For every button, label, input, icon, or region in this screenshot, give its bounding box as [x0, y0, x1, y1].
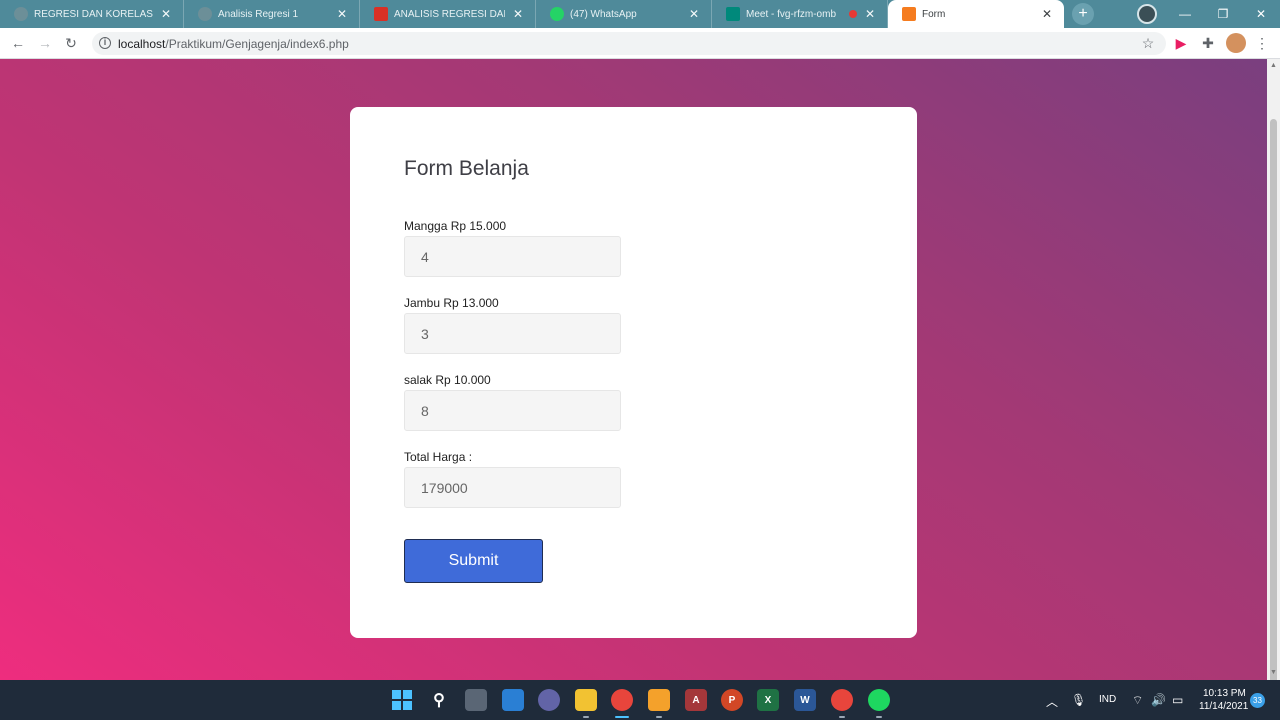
jambu-quantity-input[interactable] [404, 313, 621, 354]
running-indicator [876, 716, 882, 718]
whatsapp-icon [550, 7, 564, 21]
active-indicator [615, 716, 629, 718]
running-indicator [656, 716, 662, 718]
tab-search-icon[interactable] [1137, 4, 1157, 24]
info-icon[interactable]: i [99, 37, 111, 49]
chrome-icon[interactable] [611, 689, 633, 718]
jambu-label: Jambu Rp 13.000 [404, 296, 499, 310]
url-text: localhost/Praktikum/Genjagenja/index6.ph… [118, 37, 349, 51]
task-view-icon[interactable] [465, 689, 487, 711]
meet-icon [726, 7, 740, 21]
tab-strip: REGRESI DAN KORELASI ✕ Analisis Regresi … [0, 0, 1280, 28]
bookmark-star-icon[interactable]: ☆ [1139, 34, 1157, 52]
tab-analisis-regresi-dan-korelasi[interactable]: ANALISIS REGRESI DAN KORELASI ✕ [360, 0, 536, 28]
windows-start-icon[interactable] [391, 689, 413, 711]
tab-title: (47) WhatsApp [570, 8, 637, 20]
reload-icon[interactable]: ↻ [62, 34, 80, 52]
taskbar: ⚲ A P X W ︿ 🎙 IND ⌔ 🔊 ▭ 10:13 PM 11/14/2… [0, 680, 1280, 720]
minimize-icon[interactable]: — [1166, 0, 1204, 28]
tab-analisis-regresi[interactable]: Analisis Regresi 1 ✕ [184, 0, 360, 28]
page-scrollbar[interactable]: ▲ ▼ [1267, 59, 1280, 689]
tab-title: Meet - fvg-rfzm-omb [746, 8, 837, 20]
globe-icon [198, 7, 212, 21]
total-harga-label: Total Harga : [404, 450, 473, 464]
chrome-profile-icon[interactable] [831, 689, 853, 718]
scroll-down-icon[interactable]: ▼ [1270, 669, 1277, 676]
menu-kebab-icon[interactable]: ⋮ [1253, 34, 1271, 52]
running-indicator [583, 716, 589, 718]
maximize-icon[interactable]: ❐ [1204, 0, 1242, 28]
recording-icon [849, 10, 857, 18]
search-icon[interactable]: ⚲ [428, 689, 450, 711]
address-bar[interactable]: i localhost/Praktikum/Genjagenja/index6.… [92, 32, 1166, 55]
salak-label: salak Rp 10.000 [404, 373, 491, 387]
total-harga-input[interactable] [404, 467, 621, 508]
page-title: Form Belanja [404, 157, 529, 180]
salak-quantity-input[interactable] [404, 390, 621, 431]
file-explorer-icon[interactable] [575, 689, 597, 718]
document-icon [374, 7, 388, 21]
xampp-icon [902, 7, 916, 21]
notification-badge[interactable]: 33 [1250, 693, 1265, 708]
tray-chevron-up-icon[interactable]: ︿ [1046, 693, 1058, 710]
tab-title: Form [922, 8, 946, 20]
tab-form[interactable]: Form ✕ [888, 0, 1064, 28]
powerpoint-icon[interactable]: P [721, 689, 743, 711]
new-tab-button[interactable]: + [1072, 3, 1094, 25]
browser-toolbar: ← → ↻ i localhost/Praktikum/Genjagenja/i… [0, 28, 1280, 59]
language-indicator[interactable]: IND [1099, 694, 1116, 705]
globe-icon [14, 7, 28, 21]
tab-whatsapp[interactable]: (47) WhatsApp ✕ [536, 0, 712, 28]
clock-date[interactable]: 11/14/2021 [1199, 701, 1248, 712]
tab-regresi-dan-korelasi[interactable]: REGRESI DAN KORELASI ✕ [0, 0, 184, 28]
close-window-icon[interactable]: ✕ [1242, 0, 1280, 28]
battery-icon[interactable]: ▭ [1172, 693, 1183, 707]
close-icon[interactable]: ✕ [511, 7, 525, 21]
wifi-icon[interactable]: ⌔ [1132, 693, 1143, 708]
close-icon[interactable]: ✕ [335, 7, 349, 21]
running-indicator [839, 716, 845, 718]
tab-title: REGRESI DAN KORELASI [34, 8, 153, 20]
microphone-icon[interactable]: 🎙 [1071, 693, 1086, 707]
clock-time[interactable]: 10:13 PM [1203, 688, 1246, 699]
close-icon[interactable]: ✕ [159, 7, 173, 21]
scroll-up-icon[interactable]: ▲ [1270, 62, 1277, 69]
access-icon[interactable]: A [685, 689, 707, 711]
tab-title: Analisis Regresi 1 [218, 8, 299, 20]
word-icon[interactable]: W [794, 689, 816, 711]
widgets-icon[interactable] [502, 689, 524, 711]
back-icon[interactable]: ← [9, 34, 27, 52]
spotify-icon[interactable] [868, 689, 890, 718]
forward-icon[interactable]: → [36, 34, 54, 52]
page-viewport: Form Belanja Mangga Rp 15.000 Jambu Rp 1… [0, 59, 1267, 680]
url-host: localhost [118, 37, 166, 51]
sublime-icon[interactable] [648, 689, 670, 718]
tab-title: ANALISIS REGRESI DAN KORELASI [394, 8, 505, 20]
close-icon[interactable]: ✕ [687, 7, 701, 21]
close-icon[interactable]: ✕ [1040, 7, 1054, 21]
scrollbar-thumb[interactable] [1270, 119, 1277, 689]
volume-icon[interactable]: 🔊 [1151, 693, 1166, 707]
extension-play-icon[interactable]: ▶ [1172, 34, 1190, 52]
mangga-quantity-input[interactable] [404, 236, 621, 277]
form-card: Form Belanja Mangga Rp 15.000 Jambu Rp 1… [350, 107, 917, 638]
url-path: /Praktikum/Genjagenja/index6.php [165, 37, 349, 51]
close-icon[interactable]: ✕ [863, 7, 877, 21]
extensions-puzzle-icon[interactable]: ✚ [1199, 34, 1217, 52]
mangga-label: Mangga Rp 15.000 [404, 219, 507, 233]
excel-icon[interactable]: X [757, 689, 779, 711]
tab-meet[interactable]: Meet - fvg-rfzm-omb ✕ [712, 0, 888, 28]
profile-avatar[interactable] [1226, 33, 1246, 53]
submit-button[interactable]: Submit [404, 539, 543, 583]
chat-icon[interactable] [538, 689, 560, 711]
